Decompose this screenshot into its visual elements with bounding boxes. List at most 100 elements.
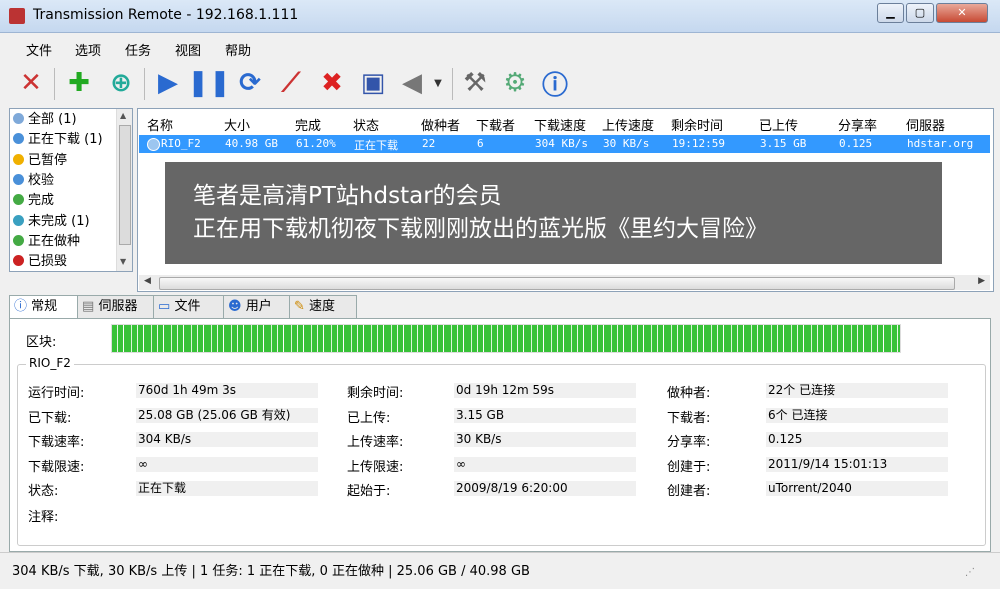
speaker-icon[interactable]: ◀ [395,66,429,100]
column-header[interactable]: 下载者 [476,115,515,134]
field-value: 3.15 GB [454,407,636,423]
scrollbar-thumb[interactable] [119,125,131,245]
status-bar: 304 KB/s 下载, 30 KB/s 上传 | 1 任务: 1 正在下载, … [0,552,1000,589]
connection-settings-icon[interactable]: ⚙ [498,66,532,100]
scroll-left-icon[interactable]: ◀ [144,276,151,286]
field-label: 剩余时间: [347,386,404,401]
sidebar-item[interactable]: 正在做种 [13,232,80,252]
table-cell: 3.15 GB [760,137,807,150]
field-label: 做种者: [667,386,711,401]
maximize-button[interactable]: ▢ [906,3,934,23]
list-horizontal-scrollbar[interactable]: ◀ ▶ [139,275,990,290]
tab-peers[interactable]: ☻ 用户 [223,295,291,318]
field-label: 创建者: [667,484,711,499]
scrollbar-thumb[interactable] [159,277,955,290]
minimize-button[interactable]: ▁ [877,3,904,23]
overlay-line-1: 笔者是高清PT站hdstar的会员 [193,183,502,209]
sidebar-item[interactable]: 校验 [13,171,54,191]
sidebar-item-label: 完成 [28,193,55,209]
app-icon [9,8,25,24]
about-icon[interactable]: ⓘ [538,66,572,101]
scroll-up-icon[interactable]: ▲ [120,111,126,120]
refresh-icon[interactable]: ⟳ [233,66,267,100]
sidebar-item[interactable]: 未完成 (1) [13,212,90,232]
field-value: 6个 已连接 [766,407,948,423]
table-cell: 61.20% [296,137,336,150]
dropdown-icon[interactable]: ▼ [428,66,448,100]
field-label: 起始于: [347,484,391,499]
column-header[interactable]: 已上传 [759,115,798,134]
pieces-label: 区块: [26,335,57,350]
sidebar-item[interactable]: 已损毁 [13,252,67,272]
settings-icon[interactable]: ⚒ [458,66,492,100]
table-cell: 正在下载 [354,139,398,152]
torrent-info-group: RIO_F2 注释: 运行时间: 760d 1h 49m 3s 剩余时间: 0d 19… [17,356,986,546]
add-icon[interactable]: ✚ [62,66,96,100]
table-cell: 0.125 [839,137,873,150]
sidebar-item-label: 校验 [28,172,55,188]
column-header[interactable]: 下载速度 [534,115,586,134]
field-label: 下载速率: [28,435,85,450]
menu-tasks[interactable]: 任务 [125,40,151,59]
field-label: 已下载: [28,410,72,426]
column-header[interactable]: 做种者 [421,115,460,134]
detail-tabs: ⓘ 常规 ▤ 伺服器 ▭ 文件 ☻ 用户 ✎ 速度 [9,295,989,320]
field-value: ∞ [136,456,318,472]
column-header[interactable]: 分享率 [838,115,877,134]
tab-label: 速度 [309,299,336,314]
field-value: 2009/8/19 6:20:00 [454,481,636,496]
table-cell: 19:12:59 [672,137,725,150]
menu-help[interactable]: 帮助 [225,40,251,59]
tab-label: 用户 [245,299,272,314]
close-button[interactable]: ✕ [936,3,988,23]
toolbar-separator [144,68,145,100]
status-icon [13,255,24,267]
field-value: 22个 已连接 [766,383,948,398]
column-header[interactable]: 伺服器 [906,115,945,134]
resize-grip-icon[interactable]: ⋰ [965,567,975,578]
pause-icon[interactable]: ❚❚ [187,66,231,100]
table-cell: 304 KB/s [535,137,588,150]
sidebar-item[interactable]: 正在下载 (1) [13,130,103,150]
title-bar: Transmission Remote - 192.168.1.111 ▁ ▢ … [0,0,1000,33]
column-header[interactable]: 状态 [353,115,379,134]
scroll-right-icon[interactable]: ▶ [978,276,985,286]
sidebar-item-label: 正在下载 (1) [28,132,103,148]
menu-bar: 文件 选项 任务 视图 帮助 [0,33,1000,61]
table-cell: 22 [422,137,436,150]
tab-trackers[interactable]: ▤ 伺服器 [77,295,155,318]
sidebar-item-label: 全部 (1) [28,112,77,127]
field-label: 下载限速: [28,459,85,475]
toolbar-separator [452,68,453,100]
sidebar-item[interactable]: 已暂停 [13,151,67,171]
sidebar-item[interactable]: 全部 (1) [13,110,77,130]
field-value: ∞ [454,456,636,472]
tools-icon[interactable]: ⟋ [274,66,308,100]
tab-files[interactable]: ▭ 文件 [153,295,225,318]
column-header[interactable]: 名称 [147,115,173,134]
menu-view[interactable]: 视图 [175,40,201,59]
tab-label: 常规 [31,299,58,314]
column-header[interactable]: 大小 [224,115,250,134]
tab-speed[interactable]: ✎ 速度 [289,295,357,318]
menu-options[interactable]: 选项 [75,40,101,59]
menu-file[interactable]: 文件 [26,40,52,59]
sidebar-item-label: 未完成 (1) [28,213,90,229]
add-url-icon[interactable]: ⊕ [104,66,138,100]
disconnect-icon[interactable]: ✕ [14,66,48,100]
column-header[interactable]: 完成 [295,115,321,134]
start-icon[interactable]: ▶ [151,66,185,100]
trash-icon[interactable]: ▣ [356,66,390,100]
table-row[interactable]: RIO_F2 40.98 GB 61.20% 正在下载 22 6 304 KB/s 30 KB… [139,135,990,153]
sidebar-item[interactable]: 完成 [13,191,54,211]
folder-icon: ▭ [158,299,171,314]
remove-icon[interactable]: ✖ [315,66,349,100]
field-value: 25.08 GB (25.06 GB 有效) [136,407,318,423]
field-value: 304 KB/s [136,432,318,447]
sidebar-item-label: 正在做种 [28,233,81,249]
scroll-down-icon[interactable]: ▼ [120,257,126,266]
tab-general[interactable]: ⓘ 常规 [9,295,79,320]
sidebar-scrollbar[interactable]: ▲ ▼ [116,109,132,271]
column-header[interactable]: 剩余时间 [671,115,723,134]
column-header[interactable]: 上传速度 [602,115,654,134]
